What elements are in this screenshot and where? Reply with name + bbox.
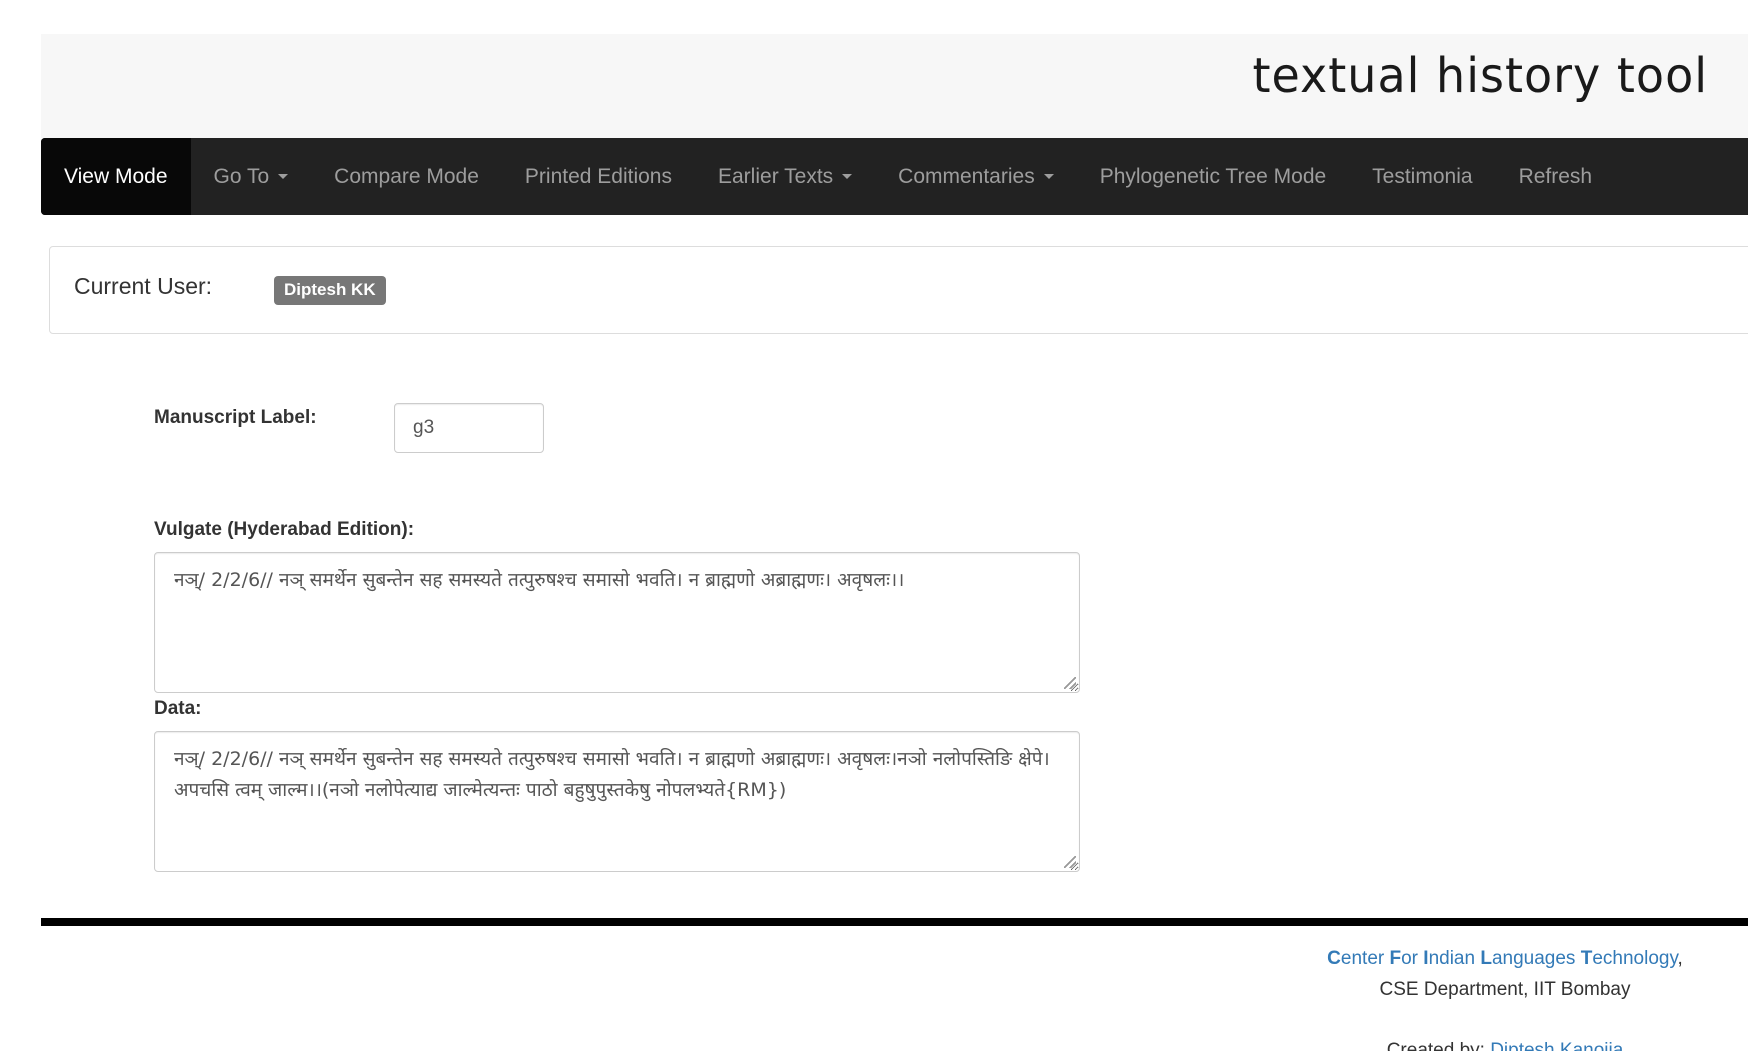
org-suffix: , bbox=[1677, 948, 1683, 969]
nav-compare-mode-label: Compare Mode bbox=[334, 164, 479, 188]
resize-grip-icon[interactable] bbox=[1064, 677, 1076, 689]
nav-commentaries-dropdown[interactable]: Commentaries bbox=[875, 138, 1077, 215]
manuscript-label-input[interactable] bbox=[394, 403, 544, 453]
nav-view-mode-label: View Mode bbox=[64, 164, 168, 188]
nav-testimonia[interactable]: Testimonia bbox=[1349, 138, 1495, 215]
creator-link[interactable]: Diptesh Kanojia bbox=[1490, 1040, 1623, 1051]
nav-refresh[interactable]: Refresh bbox=[1496, 138, 1616, 215]
nav-phylogenetic-tree-mode-label: Phylogenetic Tree Mode bbox=[1099, 164, 1327, 188]
nav-compare-mode[interactable]: Compare Mode bbox=[311, 138, 502, 215]
header-band: textual history tool bbox=[41, 34, 1748, 138]
nav-printed-editions-label: Printed Editions bbox=[524, 164, 672, 188]
nav-phylogenetic-tree-mode[interactable]: Phylogenetic Tree Mode bbox=[1077, 138, 1349, 215]
caret-down-icon bbox=[278, 174, 289, 179]
nav-commentaries-label: Commentaries bbox=[898, 164, 1035, 188]
nav-refresh-label: Refresh bbox=[1518, 164, 1593, 188]
footer: Center For Indian Languages Technology, … bbox=[1240, 943, 1748, 1051]
footer-org-line: Center For Indian Languages Technology, bbox=[1240, 943, 1748, 974]
footer-department: CSE Department, IIT Bombay bbox=[1379, 979, 1631, 1000]
nav-earlier-texts-dropdown[interactable]: Earlier Texts bbox=[695, 138, 875, 215]
page: textual history tool View Mode Go To Com… bbox=[0, 0, 1748, 1051]
vulgate-label: Vulgate (Hyderabad Edition): bbox=[154, 519, 415, 540]
main-navbar: View Mode Go To Compare Mode Printed Edi… bbox=[41, 138, 1748, 215]
vulgate-textarea[interactable]: नञ्/ 2/2/6// नञ् समर्थेन सुबन्तेन सह समस… bbox=[154, 552, 1080, 693]
data-label: Data: bbox=[154, 698, 202, 719]
footer-divider bbox=[41, 918, 1748, 926]
user-badge: Diptesh KK bbox=[274, 276, 386, 305]
created-by-label: Created by: bbox=[1386, 1040, 1491, 1051]
nav-go-to-label: Go To bbox=[213, 164, 270, 188]
resize-grip-icon[interactable] bbox=[1064, 856, 1076, 868]
data-text: नञ्/ 2/2/6// नञ् समर्थेन सुबन्तेन सह समस… bbox=[174, 748, 1050, 801]
org-link[interactable]: Center For Indian Languages Technology bbox=[1327, 948, 1677, 969]
current-user-panel: Current User: Diptesh KK bbox=[49, 246, 1748, 334]
brand-title: textual history tool bbox=[1252, 46, 1708, 104]
current-user-label: Current User: bbox=[74, 273, 213, 299]
nav-earlier-texts-label: Earlier Texts bbox=[718, 164, 834, 188]
caret-down-icon bbox=[842, 174, 853, 179]
nav-testimonia-label: Testimonia bbox=[1372, 164, 1473, 188]
nav-printed-editions[interactable]: Printed Editions bbox=[502, 138, 695, 215]
nav-view-mode[interactable]: View Mode bbox=[41, 138, 191, 215]
caret-down-icon bbox=[1043, 174, 1054, 179]
vulgate-text: नञ्/ 2/2/6// नञ् समर्थेन सुबन्तेन सह समस… bbox=[174, 569, 905, 591]
manuscript-label-heading: Manuscript Label: bbox=[154, 407, 317, 428]
data-textarea[interactable]: नञ्/ 2/2/6// नञ् समर्थेन सुबन्तेन सह समस… bbox=[154, 731, 1080, 872]
nav-go-to-dropdown[interactable]: Go To bbox=[191, 138, 312, 215]
footer-created-by: Created by: Diptesh Kanojia bbox=[1240, 1035, 1748, 1051]
